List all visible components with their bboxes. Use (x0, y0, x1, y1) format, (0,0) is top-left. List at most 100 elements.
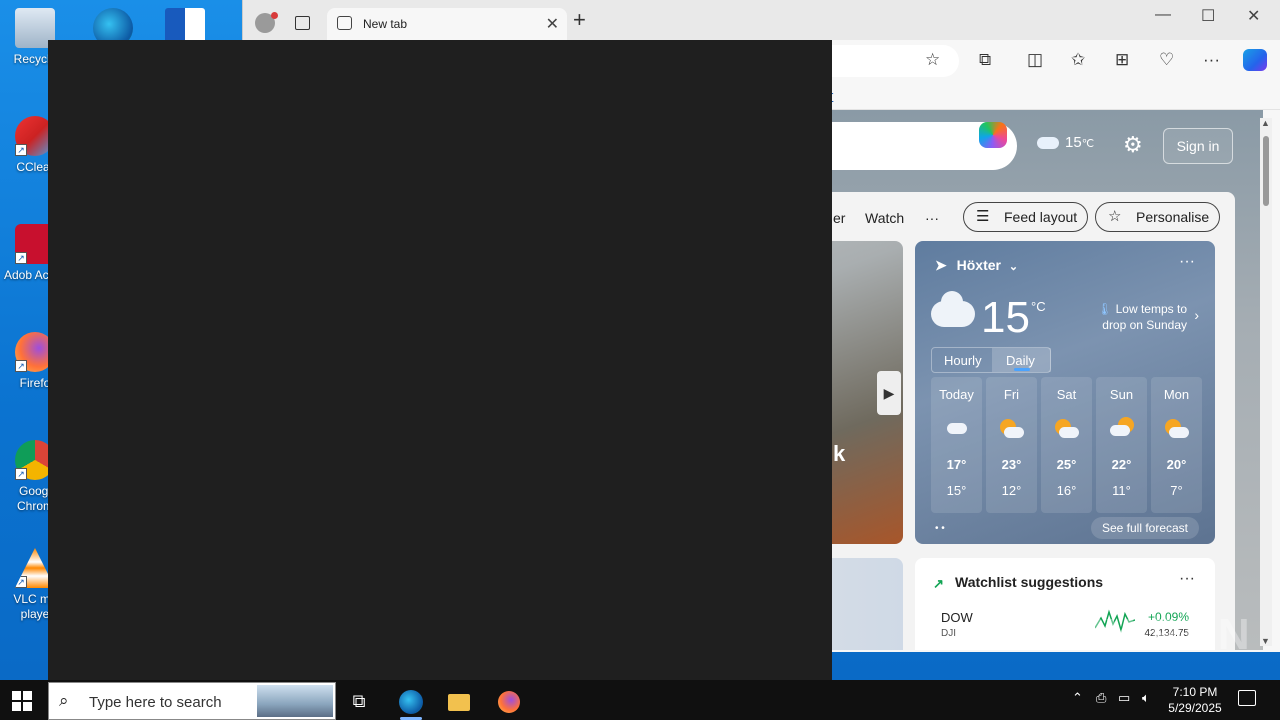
day-high: 22° (1111, 457, 1132, 472)
personalise-button[interactable]: ☆ Personalise (1095, 202, 1221, 232)
location-arrow-icon: ➤ (935, 257, 947, 273)
trend-icon: ↗ (933, 576, 944, 591)
split-screen-icon[interactable]: ◫ (1027, 50, 1043, 70)
clock-time: 7:10 PM (1172, 685, 1218, 699)
tab-daily[interactable]: Daily (1006, 353, 1035, 368)
taskbar-firefox-icon[interactable] (488, 684, 530, 718)
tab-strip: New tab ✕ + — ☐ ✕ (243, 0, 1280, 40)
chevron-up-icon[interactable]: ⌃ (1072, 690, 1083, 706)
star-icon[interactable]: ☆ (925, 50, 940, 70)
anyrun-watermark: ANY RUN (1038, 610, 1252, 659)
clock-date: 5/29/2025 (1168, 701, 1222, 715)
copilot-search-icon[interactable] (979, 122, 1007, 148)
scroll-up-icon[interactable]: ▲ (1261, 118, 1270, 128)
shortcut-arrow-icon: ↗ (15, 576, 27, 588)
task-view-icon[interactable]: ⧉ (338, 684, 380, 718)
watchlist-more-icon[interactable]: ··· (1179, 570, 1195, 588)
forecast-day[interactable]: Sun 22° 11° (1096, 377, 1147, 513)
forecast-day[interactable]: Mon 20° 7° (1151, 377, 1202, 513)
personalise-label: Personalise (1136, 209, 1210, 225)
maximize-button[interactable]: ☐ (1201, 6, 1215, 26)
more-icon[interactable]: ··· (1203, 50, 1220, 70)
search-highlight-image (257, 685, 333, 717)
tab-hourly[interactable]: Hourly (944, 353, 982, 368)
day-low: 12° (1001, 483, 1022, 498)
watchlist-title: Watchlist suggestions (955, 574, 1104, 590)
forecast-day[interactable]: Sat 25° 16° (1041, 377, 1092, 513)
windows-start-icon[interactable] (12, 691, 32, 711)
page-scrollbar[interactable]: ▲ ▼ (1260, 118, 1272, 646)
taskbar-search-placeholder: Type here to search (89, 694, 222, 711)
partly-sunny-icon (1165, 419, 1189, 438)
nav-item-partial[interactable]: er (833, 210, 845, 226)
sliders-icon: ☰ (976, 208, 990, 225)
partly-sunny-icon (1055, 419, 1079, 438)
weather-card[interactable]: ➤ Höxter ⌄ ··· 15 °C 🌡︎ Low temps to dro… (915, 241, 1215, 544)
system-clock[interactable]: 7:10 PM 5/29/2025 (1160, 684, 1230, 716)
daily-forecast: Today 17° 15° Fri 23° 12° Sat 25° 16° Su… (931, 377, 1202, 513)
tab-new-tab[interactable]: New tab ✕ (327, 8, 567, 40)
day-high: 25° (1056, 457, 1077, 472)
forecast-day[interactable]: Today 17° 15° (931, 377, 982, 513)
settings-gear-icon[interactable]: ⚙ (1123, 132, 1143, 158)
hero-headline: k (833, 441, 846, 466)
shortcut-arrow-icon: ↗ (15, 468, 27, 480)
sign-in-button[interactable]: Sign in (1163, 128, 1233, 164)
taskbar: ⌕ Type here to search ⧉ ⌃ ⎙ ▭ 🔈︎ 7:10 PM… (0, 680, 1280, 720)
nav-item-watch[interactable]: Watch (865, 210, 904, 226)
shortcut-arrow-icon: ↗ (15, 252, 27, 264)
day-name: Sat (1056, 387, 1077, 402)
see-full-forecast-button[interactable]: See full forecast (1091, 517, 1199, 539)
weather-alert[interactable]: 🌡︎ Low temps to drop on Sunday (1079, 301, 1187, 333)
close-window-button[interactable]: ✕ (1247, 6, 1260, 26)
day-name: Fri (1003, 387, 1020, 402)
weather-temp: 15 (981, 293, 1030, 342)
pager-dots[interactable]: • • (935, 523, 945, 534)
browser-essentials-icon[interactable]: ♡ (1159, 50, 1174, 70)
feed-layout-button[interactable]: ☰ Feed layout (963, 202, 1089, 232)
new-tab-page-icon (337, 16, 352, 30)
notifications-icon[interactable] (1238, 690, 1256, 706)
minimize-button[interactable]: — (1155, 6, 1171, 24)
feed-layout-label: Feed layout (1004, 209, 1078, 225)
weather-unit: °C (1031, 299, 1046, 314)
header-weather[interactable]: 15℃ (1037, 134, 1094, 151)
network-icon[interactable]: ▭ (1118, 690, 1130, 706)
file-explorer-icon[interactable] (438, 684, 480, 718)
favorites-icon[interactable]: ✩ (1071, 50, 1085, 70)
shortcut-arrow-icon: ↗ (15, 360, 27, 372)
new-tab-button[interactable]: + (573, 9, 586, 31)
forecast-day[interactable]: Fri 23° 12° (986, 377, 1037, 513)
day-name: Mon (1163, 387, 1190, 402)
cloudy-icon (931, 291, 975, 327)
notification-dot (271, 12, 278, 19)
extensions-icon[interactable]: ⧉ (979, 50, 991, 70)
tab-close-button[interactable]: ✕ (546, 14, 559, 34)
header-weather-temp: 15 (1065, 134, 1082, 151)
weather-location-name: Höxter (956, 257, 1001, 273)
copilot-icon[interactable] (1243, 49, 1267, 71)
day-high: 17° (946, 457, 967, 472)
tab-actions-icon[interactable] (295, 16, 310, 30)
collections-icon[interactable]: ⊞ (1115, 50, 1129, 70)
weather-more-icon[interactable]: ··· (1179, 253, 1195, 271)
chevron-right-icon[interactable]: › (1194, 307, 1199, 323)
carousel-next-icon[interactable]: ▶ (877, 371, 901, 415)
sparkle-star-icon: ☆ (1108, 208, 1122, 225)
cloudy-icon (945, 419, 969, 437)
scroll-thumb[interactable] (1263, 136, 1269, 206)
stock-name[interactable]: DOW (941, 610, 973, 625)
taskbar-search-box[interactable]: ⌕ Type here to search (48, 682, 336, 720)
blank-black-window[interactable] (48, 40, 832, 680)
scroll-down-icon[interactable]: ▼ (1261, 636, 1270, 646)
desktop-icon-label: Firefo (19, 376, 51, 390)
weather-location[interactable]: ➤ Höxter ⌄ (935, 257, 1018, 274)
tray-device-icon[interactable]: ⎙ (1096, 690, 1106, 706)
day-low: 11° (1112, 483, 1131, 498)
volume-icon[interactable]: 🔈︎ (1142, 690, 1150, 706)
day-name: Today (939, 387, 974, 402)
taskbar-edge-icon[interactable] (390, 684, 432, 720)
nav-more-icon[interactable]: ··· (925, 210, 939, 226)
tab-title: New tab (363, 17, 408, 31)
weather-alert-text: Low temps to drop on Sunday (1102, 302, 1187, 332)
